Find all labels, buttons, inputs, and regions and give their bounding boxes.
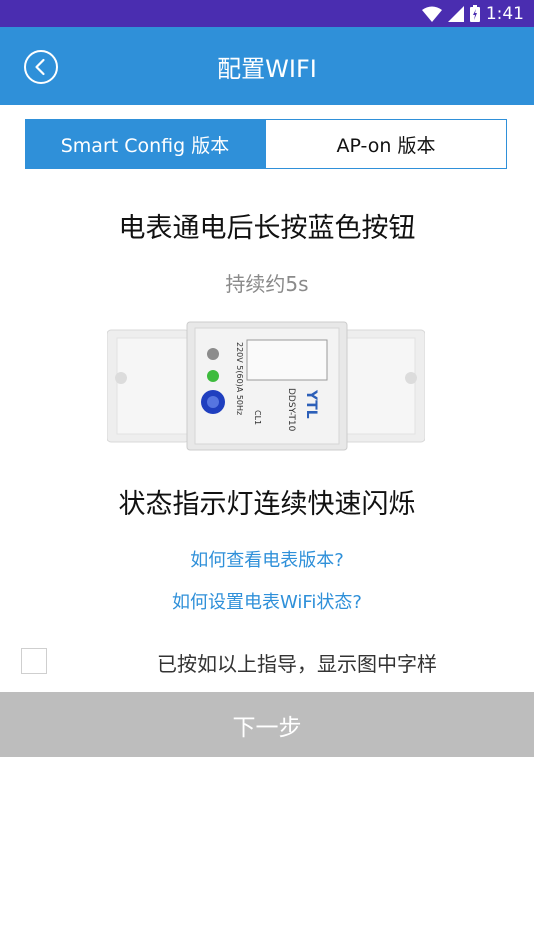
app-bar: 配置WIFI — [0, 27, 534, 105]
instruction-step2: 状态指示灯连续快速闪烁 — [118, 489, 416, 520]
status-time: 1:41 — [485, 3, 524, 24]
status-bar: 1:41 — [0, 0, 534, 27]
next-button[interactable]: 下一步 — [0, 692, 534, 757]
meter-class-text: CL1 — [253, 410, 262, 425]
instruction-step1: 电表通电后长按蓝色按钮 — [118, 213, 416, 244]
page-title: 配置WIFI — [217, 54, 317, 83]
wifi-icon — [421, 6, 442, 22]
tab-smart-config[interactable]: Smart Config 版本 — [25, 119, 265, 169]
tab-ap-on[interactable]: AP-on 版本 — [265, 119, 507, 169]
back-button[interactable] — [23, 49, 59, 85]
meter-specs-text: 220V 5(60)A 50Hz — [235, 342, 244, 415]
battery-icon — [469, 5, 480, 22]
link-check-version[interactable]: 如何查看电表版本? — [0, 546, 534, 572]
meter-illustration: 220V 5(60)A 50Hz DDSY-T10 CL1 YTL — [107, 321, 425, 451]
status-icons: 1:41 — [421, 0, 524, 27]
confirm-checkbox[interactable] — [21, 648, 47, 674]
version-tabs: Smart Config 版本 AP-on 版本 — [25, 119, 507, 169]
meter-brand-logo: YTL — [303, 389, 319, 419]
confirm-label: 已按如以上指导，显示图中字样 — [157, 652, 437, 676]
instruction-duration: 持续约5s — [225, 272, 309, 296]
chevron-left-icon — [35, 58, 45, 76]
meter-model-text: DDSY-T10 — [286, 388, 296, 432]
link-wifi-status[interactable]: 如何设置电表WiFi状态? — [0, 588, 534, 614]
signal-icon — [447, 5, 464, 22]
